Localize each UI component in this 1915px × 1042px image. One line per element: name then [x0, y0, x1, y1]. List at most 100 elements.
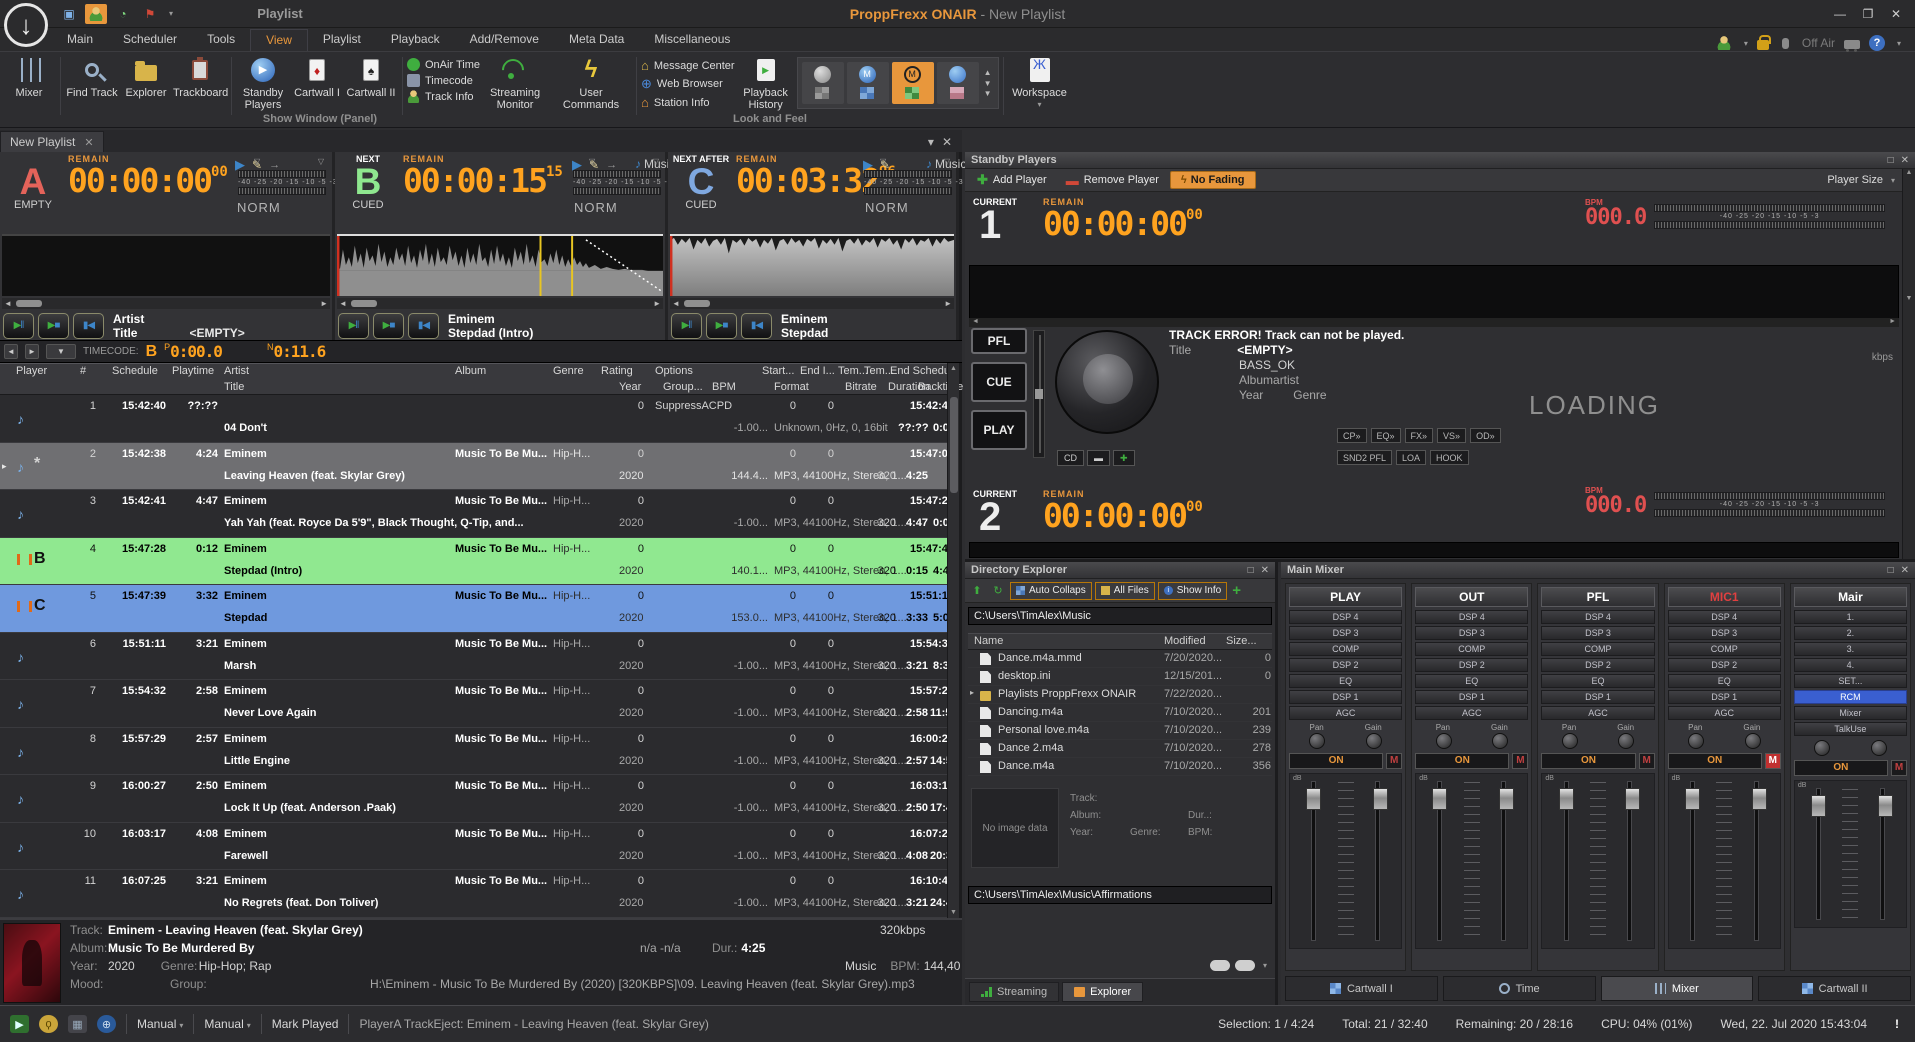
player-c[interactable]: NEXT AFTERCCUED REMAIN00:03:3296 ▶✎ ♪Mus…	[668, 152, 959, 340]
tab-button[interactable]: Cartwall I	[1285, 976, 1438, 1001]
float-icon[interactable]: □	[1888, 565, 1894, 576]
tab-button[interactable]: Cartwall II	[1758, 976, 1911, 1001]
dsp-button[interactable]: DSP 2	[1668, 658, 1781, 672]
clock-icon[interactable]: ◔	[112, 4, 134, 24]
rewind-button[interactable]: ▮◀	[408, 313, 439, 339]
alert-indicator[interactable]: !	[1895, 1017, 1899, 1031]
restore-button[interactable]: ❐	[1857, 7, 1879, 21]
standby-player-2[interactable]: CURRENT 2 REMAIN00:00:0000 BPM000.0 -40 …	[965, 484, 1899, 540]
pan-knob[interactable]	[1309, 733, 1325, 749]
scroll-left-icon[interactable]: ◄	[672, 299, 680, 308]
auto-collapse-button[interactable]: Auto Collaps	[1010, 582, 1092, 600]
ribbon-item-mixer[interactable]: Mixer	[2, 55, 56, 99]
col-start[interactable]: Start...	[762, 365, 794, 377]
col-rating[interactable]: Rating	[601, 365, 633, 377]
user-toggle-icon[interactable]	[85, 4, 107, 24]
table-row[interactable]: 1 15:42:40 ??:?? 0 SuppressACPD 0 0 15:4…	[0, 395, 950, 443]
mixer-strip-play[interactable]: PLAY DSP 4DSP 3COMPDSP 2EQDSP 1AGC PanGa…	[1285, 583, 1406, 971]
on-button[interactable]: ON	[1794, 760, 1888, 776]
dsp-button[interactable]: DSP 2	[1415, 658, 1528, 672]
scroll-right-icon[interactable]: ►	[653, 299, 661, 308]
ribbon-item-standby-players[interactable]: ▶Standby Players	[236, 55, 290, 111]
mixer-strip-pfl[interactable]: PFL DSP 4DSP 3COMPDSP 2EQDSP 1AGC PanGai…	[1537, 583, 1658, 971]
pan-knob[interactable]	[1562, 733, 1578, 749]
fader-handle[interactable]	[1306, 788, 1321, 810]
table-row[interactable]: C 5 15:47:39 3:32 Eminem Music To Be Mu.…	[0, 585, 950, 633]
theme-tile-4[interactable]	[937, 62, 979, 104]
ribbon-tab[interactable]: Playlist	[308, 29, 376, 51]
current-path[interactable]: C:\Users\TimAlex\Music	[968, 607, 1272, 625]
close-icon[interactable]: ✕	[1901, 565, 1909, 576]
help-icon[interactable]: ?	[1869, 35, 1885, 51]
ribbon-item-timecode[interactable]: Timecode	[407, 74, 480, 87]
scroll-left-icon[interactable]: ◄	[972, 318, 979, 327]
lock-icon[interactable]	[1757, 40, 1769, 50]
wave-scrollbar[interactable]: ◄►	[670, 298, 954, 309]
rewind-button[interactable]: ▮◀	[741, 313, 772, 339]
col-year[interactable]: Year	[619, 381, 641, 393]
globe-icon[interactable]: ⊕	[97, 1015, 116, 1033]
remove-player-button[interactable]: ▬Remove Player	[1058, 171, 1167, 190]
user-account-icon[interactable]	[1716, 36, 1732, 50]
jog-knob[interactable]	[1055, 330, 1159, 434]
list-item[interactable]: Personal love.m4a 7/10/2020... 239	[968, 722, 1272, 740]
ribbon-item-streaming-monitor[interactable]: Streaming Monitor	[480, 55, 550, 111]
user-caret-icon[interactable]: ▾	[1744, 39, 1748, 48]
cue-button[interactable]: CUE	[971, 362, 1027, 402]
side-menu-button[interactable]: 4.	[1794, 658, 1907, 672]
play-pause-button[interactable]: ▶‖	[671, 313, 702, 339]
cart-icon[interactable]	[1844, 40, 1860, 49]
add-player-button[interactable]: ✚Add Player	[969, 170, 1055, 190]
fader-handle[interactable]	[1685, 788, 1700, 810]
channel-fader[interactable]: dB	[1289, 773, 1402, 949]
ribbon-item-message-center[interactable]: ⌂Message Center	[641, 58, 735, 73]
fader-handle[interactable]	[1373, 788, 1388, 810]
status-ok-icon[interactable]: ▶	[10, 1015, 29, 1033]
scroll-thumb[interactable]	[950, 397, 958, 493]
table-row[interactable]: 8 15:57:29 2:57 Eminem Music To Be Mu...…	[0, 728, 950, 776]
table-row[interactable]: 3 15:42:41 4:47 Eminem Music To Be Mu...…	[0, 490, 950, 538]
ribbon-item-track-info[interactable]: Track Info	[407, 90, 480, 103]
fx-button[interactable]: OD»	[1470, 428, 1501, 443]
dsp-button[interactable]: AGC	[1541, 706, 1654, 720]
mute-button[interactable]: M	[1639, 753, 1655, 769]
fader-handle[interactable]	[1432, 788, 1447, 810]
col-num[interactable]: #	[80, 365, 86, 377]
dsp-button[interactable]: DSP 3	[1668, 626, 1781, 640]
standby-wave-1[interactable]	[969, 265, 1899, 321]
tab-button[interactable]: Mixer	[1601, 976, 1754, 1001]
mixer-strip-main[interactable]: Mair 1.2.3.4.SET...RCMMixerTalkUse ONM d…	[1790, 583, 1911, 971]
bulb-icon[interactable]: ϙ	[39, 1015, 58, 1033]
mute-button[interactable]: M	[1765, 753, 1781, 769]
list-item[interactable]: Dancing.m4a 7/10/2020... 201	[968, 704, 1272, 722]
theme-tile-2[interactable]: M	[847, 62, 889, 104]
cd-button[interactable]: CD	[1057, 450, 1084, 466]
fx-button[interactable]: FX»	[1405, 428, 1434, 443]
marker-icon[interactable]: ▽	[589, 157, 595, 166]
gallery-down-icon[interactable]: ▼	[984, 79, 992, 88]
theme-tile-1[interactable]	[802, 62, 844, 104]
side-menu-button[interactable]: 2.	[1794, 626, 1907, 640]
list-item[interactable]: Dance.m4a 7/10/2020... 356	[968, 758, 1272, 776]
strip-title[interactable]: OUT	[1415, 587, 1528, 607]
ribbon-item-explorer[interactable]: Explorer	[119, 55, 173, 99]
expander-icon[interactable]: ▸	[970, 688, 974, 697]
ribbon-item-station-info[interactable]: ⌂Station Info	[641, 95, 735, 110]
ribbon-item-web-browser[interactable]: ⊕Web Browser	[641, 76, 735, 92]
secondary-path[interactable]: C:\Users\TimAlex\Music\Affirmations	[968, 886, 1272, 904]
pill-button[interactable]	[1235, 960, 1255, 971]
scroll-thumb[interactable]	[351, 300, 377, 307]
fade-mode-button[interactable]: Manual▾	[204, 1017, 250, 1031]
doc-tab-new-playlist[interactable]: New Playlist✕	[0, 131, 104, 152]
dsp-button[interactable]: DSP 4	[1541, 610, 1654, 624]
fader-handle[interactable]	[1559, 788, 1574, 810]
standby-wave-scroll[interactable]: ◄►	[969, 318, 1899, 327]
panel-close-icon[interactable]: ✕	[942, 135, 952, 149]
gallery-more-icon[interactable]: ▼	[984, 89, 992, 98]
fx-button[interactable]: VS»	[1437, 428, 1466, 443]
col-player[interactable]: Player	[16, 365, 47, 377]
tab-button[interactable]: Streaming	[969, 982, 1059, 1002]
player-b[interactable]: NEXTBCUED REMAIN00:00:1515 ▶✎→ ♪Music NO…	[335, 152, 668, 340]
standby-wave-2[interactable]	[969, 542, 1899, 558]
side-menu-button[interactable]: SET...	[1794, 674, 1907, 688]
